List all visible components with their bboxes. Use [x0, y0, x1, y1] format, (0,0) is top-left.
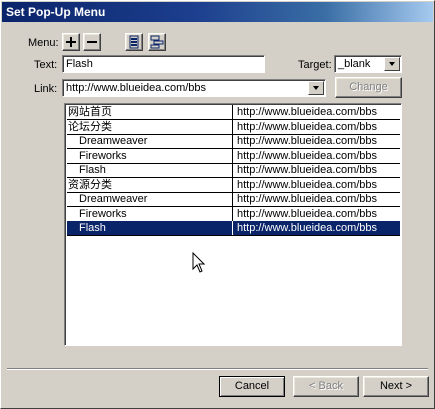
table-row[interactable]: Flash http://www.blueidea.com/bbs: [67, 163, 400, 178]
table-row[interactable]: 资源分类 http://www.blueidea.com/bbs: [67, 177, 400, 193]
next-button[interactable]: Next >: [363, 376, 429, 397]
table-row[interactable]: Dreamweaver http://www.blueidea.com/bbs: [67, 134, 400, 149]
link-label: Link:: [34, 83, 58, 95]
table-row[interactable]: 论坛分类 http://www.blueidea.com/bbs: [67, 119, 400, 135]
menu-item-link: http://www.blueidea.com/bbs: [237, 135, 378, 147]
window-title: Set Pop-Up Menu: [6, 5, 106, 19]
table-row[interactable]: 网站首页 http://www.blueidea.com/bbs: [67, 105, 400, 120]
menu-item-link: http://www.blueidea.com/bbs: [237, 149, 378, 162]
next-button-label: Next >: [379, 380, 413, 392]
back-button-label: < Back: [309, 380, 343, 392]
menu-item-link: http://www.blueidea.com/bbs: [237, 222, 378, 234]
chevron-down-icon: [389, 62, 395, 66]
menu-item-link: http://www.blueidea.com/bbs: [237, 178, 378, 191]
target-dropdown-button[interactable]: [384, 57, 400, 71]
cancel-button-label: Cancel: [234, 380, 270, 392]
plus-icon: [66, 37, 76, 47]
target-select[interactable]: _blank: [334, 55, 402, 73]
menu-item-name: Dreamweaver: [67, 134, 233, 148]
table-row[interactable]: Fireworks http://www.blueidea.com/bbs: [67, 206, 400, 222]
target-label: Target:: [298, 59, 332, 71]
menu-item-name: 网站首页: [67, 105, 233, 119]
menu-item-name: Fireworks: [67, 148, 233, 163]
outdent-item-button[interactable]: [125, 33, 143, 51]
link-combobox-value: http://www.blueidea.com/bbs: [66, 82, 207, 94]
menu-item-link: http://www.blueidea.com/bbs: [237, 164, 378, 176]
menu-item-link: http://www.blueidea.com/bbs: [237, 106, 378, 118]
menu-item-name: Flash: [67, 163, 233, 177]
menu-items-table[interactable]: 网站首页 http://www.blueidea.com/bbs 论坛分类 http:…: [64, 103, 402, 346]
menu-item-link: http://www.blueidea.com/bbs: [237, 120, 378, 133]
menu-item-link: http://www.blueidea.com/bbs: [237, 193, 378, 205]
table-row[interactable]: Fireworks http://www.blueidea.com/bbs: [67, 148, 400, 164]
text-field-value: Flash: [66, 58, 93, 70]
footer-divider: [7, 368, 428, 370]
outdent-icon: [129, 35, 139, 49]
mouse-pointer-icon: [192, 252, 206, 273]
menu-label: Menu:: [28, 37, 59, 49]
indent-icon: [150, 35, 164, 49]
table-row[interactable]: Dreamweaver http://www.blueidea.com/bbs: [67, 192, 400, 207]
menu-item-name: Fireworks: [67, 206, 233, 221]
menu-item-link: http://www.blueidea.com/bbs: [237, 207, 378, 220]
dialog-window: Set Pop-Up Menu Menu: Text: Flash Target…: [0, 0, 435, 409]
menu-item-name: Flash: [67, 221, 233, 235]
title-bar[interactable]: Set Pop-Up Menu: [2, 2, 433, 22]
chevron-down-icon: [313, 86, 319, 90]
link-combobox[interactable]: http://www.blueidea.com/bbs: [62, 79, 326, 97]
indent-item-button[interactable]: [148, 33, 166, 51]
minus-icon: [87, 41, 97, 43]
back-button[interactable]: < Back: [293, 376, 359, 397]
text-label: Text:: [34, 59, 58, 71]
table-row[interactable]: Flash http://www.blueidea.com/bbs: [67, 221, 400, 236]
text-field[interactable]: Flash: [62, 55, 265, 73]
link-dropdown-button[interactable]: [308, 81, 324, 95]
change-button[interactable]: Change: [335, 77, 402, 98]
remove-item-button[interactable]: [83, 33, 101, 51]
menu-item-name: 论坛分类: [67, 119, 233, 134]
menu-item-name: Dreamweaver: [67, 192, 233, 206]
menu-item-name: 资源分类: [67, 177, 233, 192]
change-button-label: Change: [349, 81, 388, 93]
add-item-button[interactable]: [62, 33, 80, 51]
target-select-value: _blank: [338, 58, 371, 70]
cancel-button[interactable]: Cancel: [219, 376, 285, 397]
